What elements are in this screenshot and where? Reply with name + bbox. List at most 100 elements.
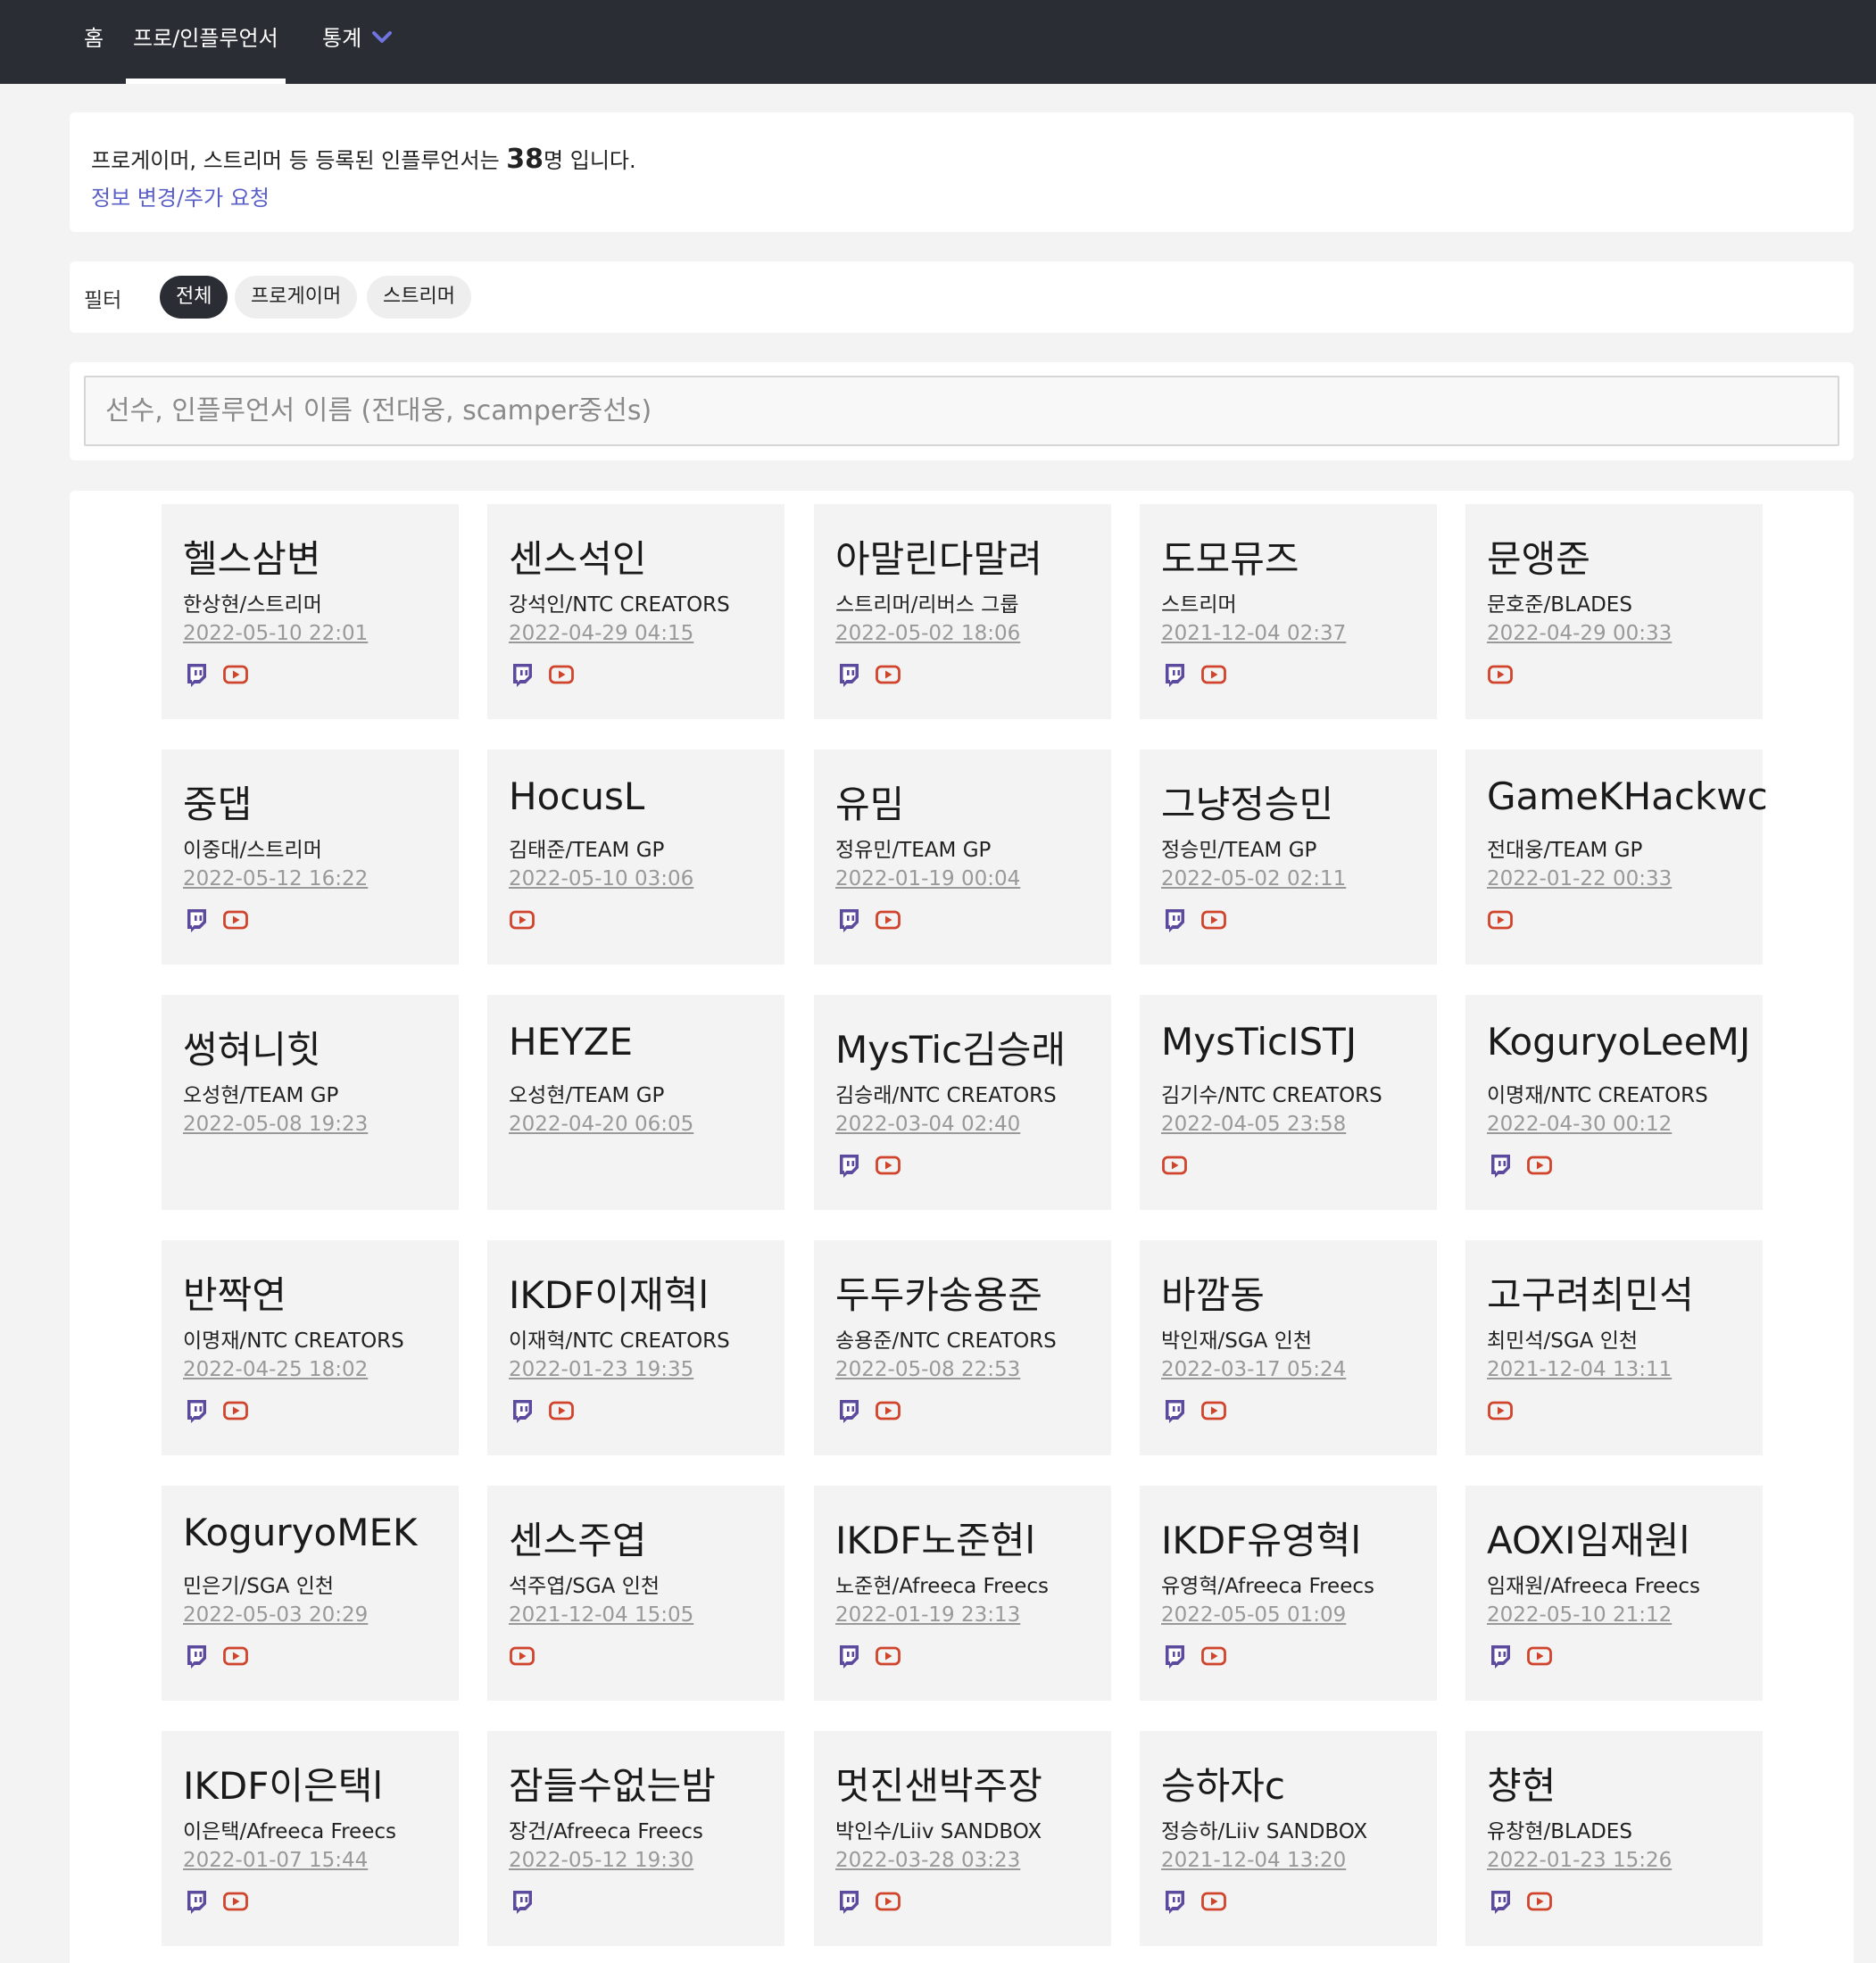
influencer-card[interactable]: MysTicISTJ 김기수/NTC CREATORS 2022-04-05 23:… (1140, 995, 1437, 1210)
last-updated-link[interactable]: 2022-04-20 06:05 (509, 1113, 693, 1136)
influencer-card[interactable]: 챵현 유창현/BLADES 2022-01-23 15:26 (1465, 1731, 1763, 1946)
last-updated-link[interactable]: 2022-05-02 18:06 (835, 622, 1020, 645)
influencer-card[interactable]: 반짝연 이명재/NTC CREATORS 2022-04-25 18:02 (162, 1240, 459, 1455)
last-updated-link[interactable]: 2022-05-08 22:53 (835, 1358, 1020, 1381)
youtube-icon[interactable] (875, 1397, 901, 1424)
twitch-icon[interactable] (1487, 1152, 1514, 1179)
last-updated-link[interactable]: 2022-05-10 03:06 (509, 867, 693, 890)
influencer-card[interactable]: 센스주엽 석주엽/SGA 인천 2021-12-04 15:05 (487, 1486, 784, 1701)
youtube-icon[interactable] (1487, 907, 1514, 933)
twitch-icon[interactable] (835, 661, 862, 688)
influencer-card[interactable]: 아말린다말려 스트리머/리버스 그룹 2022-05-02 18:06 (814, 504, 1111, 719)
twitch-icon[interactable] (183, 661, 210, 688)
twitch-icon[interactable] (183, 907, 210, 933)
twitch-icon[interactable] (183, 1643, 210, 1669)
influencer-card[interactable]: 두두카송용준 송용준/NTC CREATORS 2022-05-08 22:53 (814, 1240, 1111, 1455)
youtube-icon[interactable] (1200, 1643, 1227, 1669)
influencer-card[interactable]: IKDF유영혁l 유영혁/Afreeca Freecs 2022-05-05 01:… (1140, 1486, 1437, 1701)
influencer-card[interactable]: 문앵준 문호준/BLADES 2022-04-29 00:33 (1465, 504, 1763, 719)
last-updated-link[interactable]: 2022-04-05 23:58 (1161, 1113, 1346, 1136)
influencer-card[interactable]: HEYZE 오성현/TEAM GP 2022-04-20 06:05 (487, 995, 784, 1210)
influencer-card[interactable]: 멋진샌박주장 박인수/Liiv SANDBOX 2022-03-28 03:23 (814, 1731, 1111, 1946)
youtube-icon[interactable] (222, 907, 249, 933)
influencer-card[interactable]: IKDF이재혁l 이재혁/NTC CREATORS 2022-01-23 19:35 (487, 1240, 784, 1455)
twitch-icon[interactable] (1487, 1643, 1514, 1669)
twitch-icon[interactable] (835, 1643, 862, 1669)
youtube-icon[interactable] (1526, 1152, 1553, 1179)
influencer-card[interactable]: 유밈 정유민/TEAM GP 2022-01-19 00:04 (814, 750, 1111, 965)
influencer-card[interactable]: 썽혀니힛 오성현/TEAM GP 2022-05-08 19:23 (162, 995, 459, 1210)
filter-chip-streamer[interactable]: 스트리머 (367, 276, 471, 319)
influencer-card[interactable]: 잠들수없는밤 장건/Afreeca Freecs 2022-05-12 19:30 (487, 1731, 784, 1946)
twitch-icon[interactable] (1161, 661, 1188, 688)
youtube-icon[interactable] (1161, 1152, 1188, 1179)
influencer-card[interactable]: AOXI임재원l 임재원/Afreeca Freecs 2022-05-10 21:… (1465, 1486, 1763, 1701)
influencer-card[interactable]: KoguryoLeeMJ 이명재/NTC CREATORS 2022-04-30 0… (1465, 995, 1763, 1210)
youtube-icon[interactable] (509, 1643, 535, 1669)
influencer-card[interactable]: 헬스삼변 한상현/스트리머 2022-05-10 22:01 (162, 504, 459, 719)
last-updated-link[interactable]: 2022-01-23 15:26 (1487, 1849, 1672, 1872)
youtube-icon[interactable] (548, 661, 575, 688)
last-updated-link[interactable]: 2021-12-04 02:37 (1161, 622, 1346, 645)
influencer-card[interactable]: 바깜동 박인재/SGA 인천 2022-03-17 05:24 (1140, 1240, 1437, 1455)
influencer-card[interactable]: IKDF이은택l 이은택/Afreeca Freecs 2022-01-07 15:… (162, 1731, 459, 1946)
last-updated-link[interactable]: 2022-03-17 05:24 (1161, 1358, 1346, 1381)
influencer-card[interactable]: 중댑 이중대/스트리머 2022-05-12 16:22 (162, 750, 459, 965)
twitch-icon[interactable] (183, 1888, 210, 1915)
nav-item-pro-influencer[interactable]: 프로/인플루언서 (126, 0, 286, 84)
last-updated-link[interactable]: 2022-01-19 00:04 (835, 867, 1020, 890)
youtube-icon[interactable] (1487, 1397, 1514, 1424)
last-updated-link[interactable]: 2022-03-04 02:40 (835, 1113, 1020, 1136)
twitch-icon[interactable] (1487, 1888, 1514, 1915)
youtube-icon[interactable] (875, 661, 901, 688)
influencer-card[interactable]: IKDF노준현l 노준현/Afreeca Freecs 2022-01-19 23:… (814, 1486, 1111, 1701)
youtube-icon[interactable] (1487, 661, 1514, 688)
last-updated-link[interactable]: 2022-05-02 02:11 (1161, 867, 1346, 890)
twitch-icon[interactable] (1161, 1397, 1188, 1424)
youtube-icon[interactable] (875, 1888, 901, 1915)
youtube-icon[interactable] (1200, 1888, 1227, 1915)
youtube-icon[interactable] (509, 907, 535, 933)
youtube-icon[interactable] (875, 1152, 901, 1179)
influencer-card[interactable]: 고구려최민석 최민석/SGA 인천 2021-12-04 13:11 (1465, 1240, 1763, 1455)
last-updated-link[interactable]: 2021-12-04 15:05 (509, 1603, 693, 1627)
youtube-icon[interactable] (222, 1397, 249, 1424)
last-updated-link[interactable]: 2022-04-30 00:12 (1487, 1113, 1672, 1136)
last-updated-link[interactable]: 2022-04-29 04:15 (509, 622, 693, 645)
last-updated-link[interactable]: 2021-12-04 13:20 (1161, 1849, 1346, 1872)
nav-item-home[interactable]: 홈 (84, 0, 104, 84)
youtube-icon[interactable] (548, 1397, 575, 1424)
twitch-icon[interactable] (1161, 1643, 1188, 1669)
twitch-icon[interactable] (1161, 907, 1188, 933)
influencer-card[interactable]: 그냥정승민 정승민/TEAM GP 2022-05-02 02:11 (1140, 750, 1437, 965)
youtube-icon[interactable] (1200, 661, 1227, 688)
search-input[interactable] (84, 376, 1839, 446)
twitch-icon[interactable] (509, 1397, 535, 1424)
last-updated-link[interactable]: 2022-05-12 19:30 (509, 1849, 693, 1872)
last-updated-link[interactable]: 2022-05-08 19:23 (183, 1113, 368, 1136)
youtube-icon[interactable] (1200, 907, 1227, 933)
influencer-card[interactable]: KoguryoMEK 민은기/SGA 인천 2022-05-03 20:29 (162, 1486, 459, 1701)
influencer-card[interactable]: MysTic김승래 김승래/NTC CREATORS 2022-03-04 02:4… (814, 995, 1111, 1210)
nav-item-stats[interactable]: 통계 (322, 0, 393, 84)
twitch-icon[interactable] (183, 1397, 210, 1424)
influencer-card[interactable]: 승하자c 정승하/Liiv SANDBOX 2021-12-04 13:20 (1140, 1731, 1437, 1946)
youtube-icon[interactable] (222, 1888, 249, 1915)
youtube-icon[interactable] (1526, 1643, 1553, 1669)
youtube-icon[interactable] (222, 661, 249, 688)
youtube-icon[interactable] (1200, 1397, 1227, 1424)
twitch-icon[interactable] (835, 1888, 862, 1915)
last-updated-link[interactable]: 2022-01-07 15:44 (183, 1849, 368, 1872)
twitch-icon[interactable] (509, 661, 535, 688)
last-updated-link[interactable]: 2022-01-19 23:13 (835, 1603, 1020, 1627)
youtube-icon[interactable] (222, 1643, 249, 1669)
last-updated-link[interactable]: 2022-05-05 01:09 (1161, 1603, 1346, 1627)
twitch-icon[interactable] (1161, 1888, 1188, 1915)
twitch-icon[interactable] (835, 907, 862, 933)
last-updated-link[interactable]: 2021-12-04 13:11 (1487, 1358, 1672, 1381)
youtube-icon[interactable] (875, 907, 901, 933)
last-updated-link[interactable]: 2022-05-12 16:22 (183, 867, 368, 890)
last-updated-link[interactable]: 2022-01-22 00:33 (1487, 867, 1672, 890)
request-change-link[interactable]: 정보 변경/추가 요청 (91, 180, 270, 211)
twitch-icon[interactable] (509, 1888, 535, 1915)
